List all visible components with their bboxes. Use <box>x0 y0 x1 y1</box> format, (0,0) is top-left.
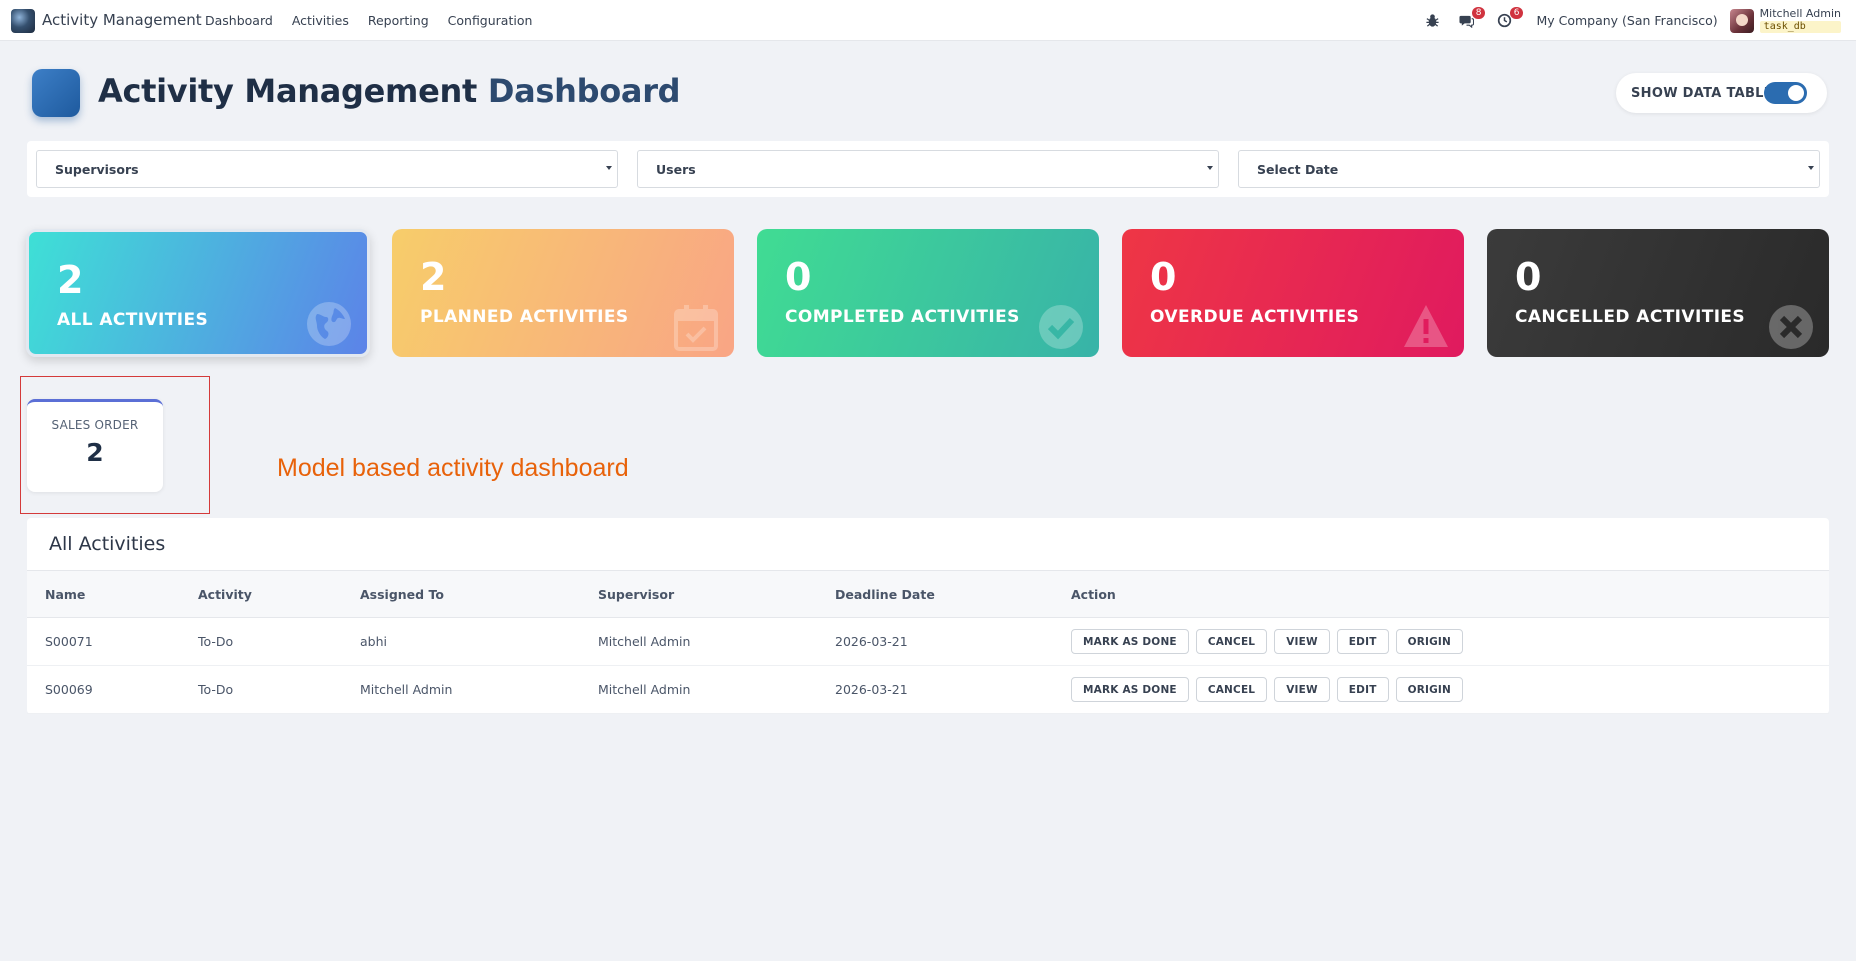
menu-dashboard[interactable]: Dashboard <box>205 13 273 28</box>
company-switcher[interactable]: My Company (San Francisco) <box>1536 13 1717 28</box>
app-brand[interactable]: Activity Management <box>42 11 202 29</box>
top-navbar: Activity Management Dashboard Activities… <box>0 0 1856 41</box>
user-name: Mitchell Admin <box>1759 7 1841 20</box>
filter-bar: Supervisors Users Select Date <box>27 141 1829 197</box>
cancel-button[interactable]: CANCEL <box>1195 629 1268 654</box>
row-activity: To-Do <box>198 634 234 649</box>
users-select[interactable]: Users <box>637 150 1219 188</box>
column-supervisor[interactable]: Supervisor <box>598 587 674 602</box>
cancelled-activities-card[interactable]: 0 CANCELLED ACTIVITIES <box>1487 229 1829 357</box>
table-row: S00071 To-Do abhi Mitchell Admin 2026-03… <box>27 618 1829 666</box>
overdue-activities-label: OVERDUE ACTIVITIES <box>1150 307 1360 327</box>
row-actions: MARK AS DONE CANCEL VIEW EDIT ORIGIN <box>1071 677 1463 702</box>
show-data-table-control: SHOW DATA TABLE <box>1616 73 1827 113</box>
chevron-down-icon <box>1207 166 1213 170</box>
row-name: S00071 <box>45 634 93 649</box>
supervisors-select[interactable]: Supervisors <box>36 150 618 188</box>
cancelled-activities-count: 0 <box>1515 255 1542 299</box>
view-button[interactable]: VIEW <box>1274 677 1330 702</box>
messages-icon[interactable]: 8 <box>1456 6 1486 31</box>
annotation-text: Model based activity dashboard <box>277 454 629 482</box>
calendar-check-icon <box>672 303 720 351</box>
planned-activities-count: 2 <box>420 255 447 299</box>
row-activity: To-Do <box>198 682 234 697</box>
user-avatar[interactable] <box>1729 8 1754 33</box>
show-data-table-label: SHOW DATA TABLE <box>1631 85 1773 101</box>
cancel-button[interactable]: CANCEL <box>1195 677 1268 702</box>
planned-activities-card[interactable]: 2 PLANNED ACTIVITIES <box>392 229 734 357</box>
globe-icon <box>305 300 353 348</box>
activities-clock-icon[interactable]: 6 <box>1494 6 1524 31</box>
table-header-row: Name Activity Assigned To Supervisor Dea… <box>27 570 1829 618</box>
chevron-down-icon <box>1808 166 1814 170</box>
row-supervisor: Mitchell Admin <box>598 682 691 697</box>
origin-button[interactable]: ORIGIN <box>1395 677 1463 702</box>
close-circle-icon <box>1767 303 1815 351</box>
column-assigned-to[interactable]: Assigned To <box>360 587 444 602</box>
overdue-activities-card[interactable]: 0 OVERDUE ACTIVITIES <box>1122 229 1464 357</box>
row-assigned-to: abhi <box>360 634 387 649</box>
row-assigned-to: Mitchell Admin <box>360 682 453 697</box>
menu-reporting[interactable]: Reporting <box>368 13 429 28</box>
row-actions: MARK AS DONE CANCEL VIEW EDIT ORIGIN <box>1071 629 1463 654</box>
completed-activities-card[interactable]: 0 COMPLETED ACTIVITIES <box>757 229 1099 357</box>
column-deadline-date[interactable]: Deadline Date <box>835 587 935 602</box>
table-row: S00069 To-Do Mitchell Admin Mitchell Adm… <box>27 666 1829 714</box>
navbar-systray: 8 6 My Company (San Francisco) Mitchell … <box>1422 0 1856 41</box>
completed-activities-count: 0 <box>785 255 812 299</box>
completed-activities-label: COMPLETED ACTIVITIES <box>785 307 1020 327</box>
page-title: Activity Management Dashboard <box>98 72 681 110</box>
warning-icon <box>1402 303 1450 351</box>
view-button[interactable]: VIEW <box>1274 629 1330 654</box>
chevron-down-icon <box>606 166 612 170</box>
all-activities-count: 2 <box>57 258 84 302</box>
supervisors-select-value: Supervisors <box>55 162 139 177</box>
user-menu[interactable]: Mitchell Admin task_db <box>1759 7 1841 33</box>
users-select-value: Users <box>656 162 696 177</box>
sales-order-model-card[interactable]: SALES ORDER 2 <box>27 399 163 492</box>
menu-activities[interactable]: Activities <box>292 13 349 28</box>
row-supervisor: Mitchell Admin <box>598 634 691 649</box>
activities-badge: 6 <box>1509 6 1524 19</box>
model-card-name: SALES ORDER <box>51 418 139 432</box>
dashboard-logo-icon <box>32 69 80 117</box>
all-activities-label: ALL ACTIVITIES <box>57 310 209 330</box>
edit-button[interactable]: EDIT <box>1336 629 1389 654</box>
column-activity[interactable]: Activity <box>198 587 252 602</box>
overdue-activities-count: 0 <box>1150 255 1177 299</box>
column-name[interactable]: Name <box>45 587 85 602</box>
all-activities-card[interactable]: 2 ALL ACTIVITIES <box>26 229 370 357</box>
toggle-knob <box>1788 85 1804 101</box>
database-name: task_db <box>1759 21 1841 33</box>
page-title-main: Activity Management <box>98 72 477 110</box>
messages-badge: 8 <box>1471 6 1486 19</box>
mark-as-done-button[interactable]: MARK AS DONE <box>1071 677 1189 702</box>
app-logo-icon[interactable] <box>11 9 35 33</box>
row-deadline: 2026-03-21 <box>835 682 908 697</box>
origin-button[interactable]: ORIGIN <box>1395 629 1463 654</box>
debug-bug-icon[interactable] <box>1422 11 1442 31</box>
cancelled-activities-label: CANCELLED ACTIVITIES <box>1515 307 1746 327</box>
menu-configuration[interactable]: Configuration <box>448 13 533 28</box>
page-title-accent: Dashboard <box>487 72 681 110</box>
edit-button[interactable]: EDIT <box>1336 677 1389 702</box>
row-name: S00069 <box>45 682 93 697</box>
row-deadline: 2026-03-21 <box>835 634 908 649</box>
planned-activities-label: PLANNED ACTIVITIES <box>420 307 629 327</box>
model-card-count: 2 <box>86 438 104 467</box>
column-action: Action <box>1071 587 1116 602</box>
date-select-value: Select Date <box>1257 162 1339 177</box>
date-select[interactable]: Select Date <box>1238 150 1820 188</box>
show-data-table-toggle[interactable] <box>1764 82 1807 104</box>
activities-table-card: All Activities Name Activity Assigned To… <box>27 518 1829 714</box>
table-title: All Activities <box>49 533 166 555</box>
check-circle-icon <box>1037 303 1085 351</box>
mark-as-done-button[interactable]: MARK AS DONE <box>1071 629 1189 654</box>
main-menu: Dashboard Activities Reporting Configura… <box>205 13 551 28</box>
